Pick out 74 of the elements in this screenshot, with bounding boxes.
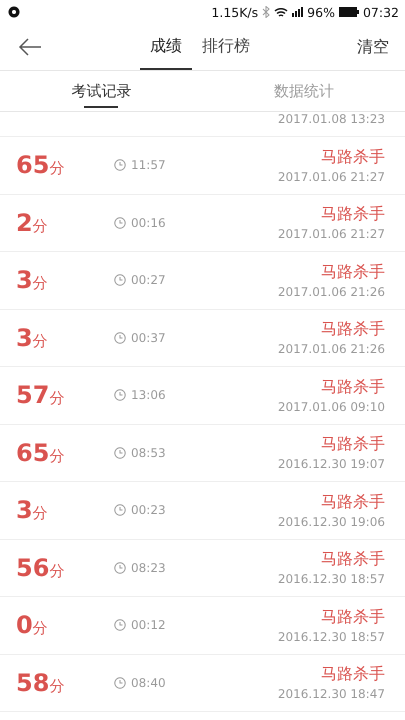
record-title: 马路杀手	[321, 204, 385, 226]
record-datetime: 2017.01.06 21:27	[278, 170, 385, 184]
record-title: 马路杀手	[321, 262, 385, 283]
clock-icon	[114, 274, 126, 286]
duration: 00:23	[131, 503, 166, 518]
duration: 00:16	[131, 216, 166, 230]
duration: 08:23	[131, 560, 166, 575]
score-value: 2	[16, 208, 33, 237]
score-value: 58	[16, 668, 50, 697]
record-datetime: 2016.12.30 18:57	[278, 630, 385, 644]
score-value: 65	[16, 151, 50, 180]
signal-icon	[292, 7, 304, 17]
back-icon[interactable]	[18, 37, 42, 57]
duration: 08:53	[131, 446, 166, 460]
record-datetime: 2017.01.06 21:26	[278, 284, 385, 299]
score-unit: 分	[32, 216, 48, 236]
record-title: 马路杀手	[321, 492, 385, 513]
record-datetime: 2016.12.30 19:07	[278, 457, 385, 472]
battery-percent: 96%	[307, 4, 335, 20]
clock-icon	[114, 504, 126, 516]
record-title: 马路杀手	[321, 434, 385, 456]
record-datetime: 2016.12.30 18:47	[278, 687, 385, 702]
score-unit: 分	[49, 562, 64, 581]
duration: 13:06	[131, 388, 166, 402]
clock-icon	[114, 619, 126, 632]
score-unit: 分	[49, 159, 64, 178]
score-value: 3	[16, 496, 33, 524]
score-unit: 分	[49, 446, 64, 466]
clock-time: 07:32	[362, 4, 399, 20]
score-unit: 分	[32, 332, 48, 351]
tab[interactable]: 排行榜	[192, 24, 260, 70]
clock-icon	[114, 562, 126, 574]
record-title: 马路杀手	[321, 319, 385, 340]
score-value: 56	[16, 554, 50, 582]
score-value: 65	[16, 438, 50, 467]
score-unit: 分	[32, 274, 48, 294]
record-datetime: 2017.01.08 13:23	[278, 112, 385, 126]
record-datetime: 2017.01.06 09:10	[278, 400, 385, 414]
bluetooth-icon	[262, 6, 270, 18]
score-unit: 分	[32, 619, 48, 638]
record-datetime: 2016.12.30 19:06	[278, 514, 385, 529]
wifi-icon	[274, 6, 288, 18]
clock-icon	[114, 389, 126, 402]
record-datetime: 2017.01.06 21:26	[278, 342, 385, 356]
clock-icon	[114, 676, 126, 689]
score-value: 57	[16, 381, 50, 410]
record-title: 马路杀手	[321, 606, 385, 628]
record-title: 马路杀手	[321, 549, 385, 570]
network-speed: 1.15K/s	[211, 4, 258, 20]
score-unit: 分	[32, 504, 48, 524]
record-title: 马路杀手	[321, 376, 385, 398]
duration: 08:40	[131, 676, 166, 690]
clock-icon	[114, 332, 126, 344]
clock-icon	[114, 159, 126, 172]
tab[interactable]: 成绩	[140, 24, 192, 70]
duration: 00:12	[131, 618, 166, 632]
record-title: 马路杀手	[321, 664, 385, 686]
record-datetime: 2017.01.06 21:27	[278, 227, 385, 242]
app-icon	[8, 6, 20, 18]
score-unit: 分	[49, 389, 64, 408]
clock-icon	[114, 446, 126, 459]
duration: 11:57	[131, 158, 166, 172]
clear-button[interactable]: 清空	[357, 36, 389, 58]
clock-icon	[114, 216, 126, 229]
score-unit: 分	[49, 676, 64, 696]
battery-icon	[338, 7, 359, 17]
tab[interactable]: 考试记录	[0, 71, 202, 111]
score-value: 3	[16, 266, 33, 294]
duration: 00:27	[131, 273, 166, 288]
duration: 00:37	[131, 330, 166, 345]
record-datetime: 2016.12.30 18:57	[278, 572, 385, 586]
record-title: 马路杀手	[321, 146, 385, 168]
score-value: 3	[16, 324, 33, 352]
score-value: 0	[16, 611, 33, 640]
